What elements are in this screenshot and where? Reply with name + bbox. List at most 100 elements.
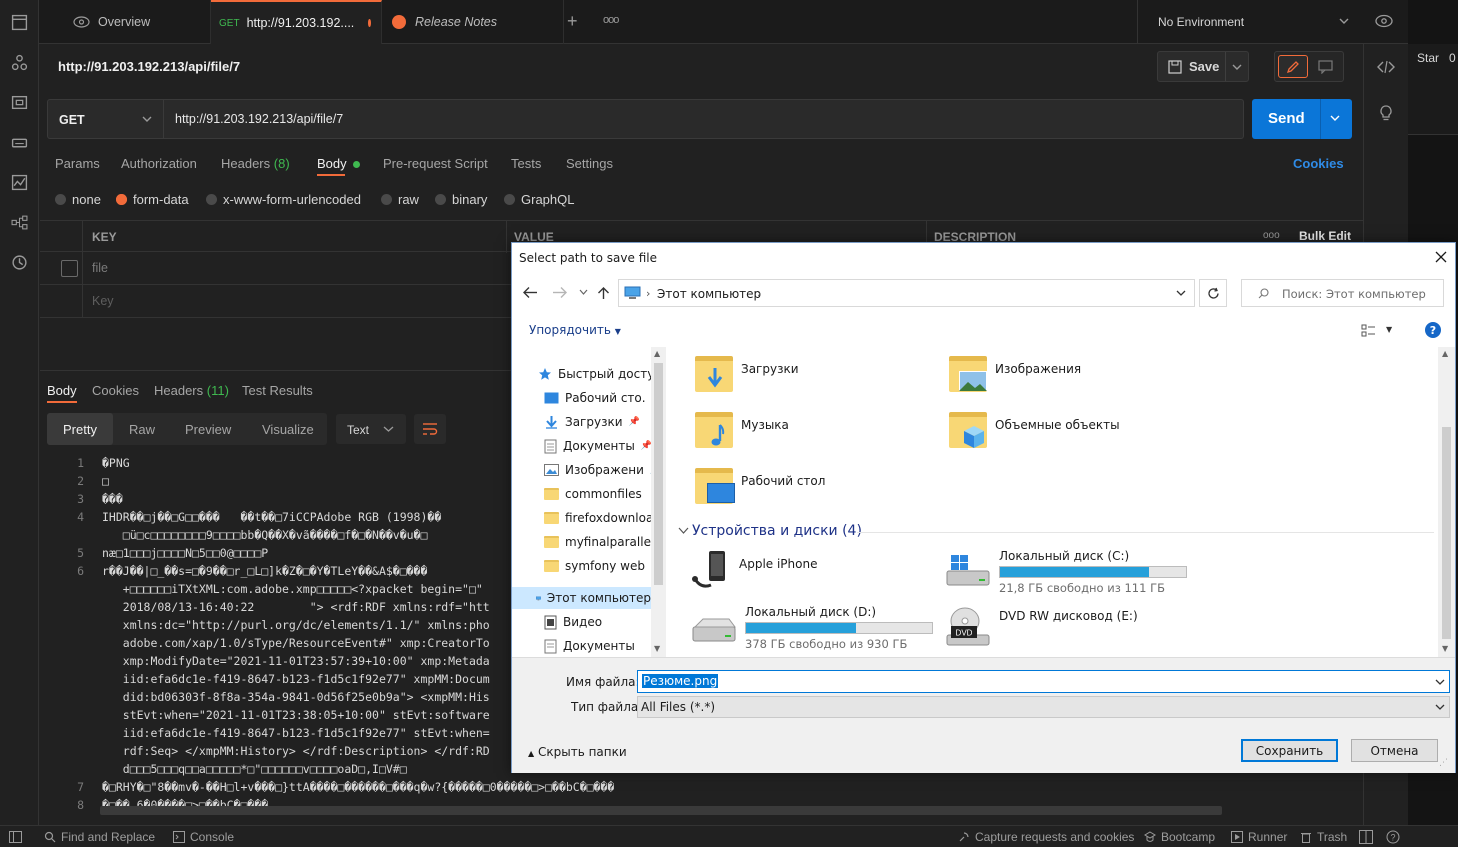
chevron-down-icon[interactable] <box>1176 290 1186 297</box>
nav-documents[interactable]: Документы 📌 <box>544 435 652 457</box>
monitors-icon[interactable] <box>11 174 28 191</box>
folder-3d-objects[interactable]: Объемные объекты <box>949 412 1120 448</box>
tab-request[interactable]: GET http://91.203.192.... <box>211 0 382 44</box>
radio-urlencoded[interactable]: x-www-form-urlencoded <box>206 192 361 207</box>
tab-settings[interactable]: Settings <box>566 156 613 171</box>
filename-input[interactable]: Резюме.png <box>637 670 1450 693</box>
find-replace-button[interactable]: Find and Replace <box>44 830 155 844</box>
wrap-lines-button[interactable] <box>414 414 446 444</box>
organize-menu[interactable]: Упорядочить ▼ <box>529 323 621 337</box>
apis-icon[interactable] <box>11 54 28 71</box>
tab-body[interactable]: Body <box>317 156 360 171</box>
radio-binary[interactable]: binary <box>435 192 487 207</box>
search-box[interactable]: Поиск: Этот компьютер <box>1241 279 1444 307</box>
view-preview-button[interactable]: Preview <box>185 422 231 437</box>
scroll-down-icon[interactable]: ▼ <box>654 644 660 653</box>
nav-folder[interactable]: firefoxdownload <box>544 507 661 529</box>
save-button[interactable]: Save <box>1157 51 1249 82</box>
runner-button[interactable]: Runner <box>1231 830 1287 844</box>
chevron-down-icon[interactable] <box>1435 679 1445 686</box>
view-pretty-button[interactable]: Pretty <box>47 413 113 445</box>
nav-videos[interactable]: Видео <box>544 611 602 633</box>
nav-pictures[interactable]: Изображени 📌 <box>544 459 661 481</box>
folder-desktop[interactable]: Рабочий стол <box>695 468 825 504</box>
view-options-icon[interactable] <box>1361 324 1376 337</box>
bulk-edit-button[interactable]: Bulk Edit <box>1299 229 1351 243</box>
tab-release-notes[interactable]: Release Notes <box>382 0 564 44</box>
method-select[interactable]: GET <box>48 100 164 138</box>
scroll-up-icon[interactable]: ▲ <box>654 349 660 358</box>
flows-icon[interactable] <box>11 214 28 231</box>
radio-form-data[interactable]: form-data <box>116 192 189 207</box>
row-key-input[interactable]: file <box>92 261 108 275</box>
device-dvd-drive[interactable]: DVD DVD RW дисковод (E:) <box>945 605 1138 649</box>
code-snippet-icon[interactable] <box>1377 60 1395 74</box>
request-name[interactable]: http://91.203.192.213/api/file/7 <box>58 59 240 74</box>
collapse-chevron-icon[interactable] <box>678 527 689 535</box>
response-tab-cookies[interactable]: Cookies <box>92 383 139 398</box>
folder-music[interactable]: Музыка <box>695 412 789 448</box>
help-icon[interactable]: ? <box>1386 830 1400 844</box>
view-raw-button[interactable]: Raw <box>129 422 155 437</box>
scrollbar-thumb[interactable] <box>654 363 663 585</box>
hide-folders-toggle[interactable]: ▲ Скрыть папки <box>528 745 627 759</box>
bootcamp-button[interactable]: Bootcamp <box>1144 830 1215 844</box>
environment-quick-look-icon[interactable] <box>1375 14 1393 28</box>
format-select[interactable]: Text <box>336 414 406 444</box>
environment-selector[interactable]: No Environment <box>1137 0 1408 44</box>
refresh-button[interactable] <box>1199 279 1227 307</box>
address-bar[interactable]: › Этот компьютер › <box>618 279 1195 307</box>
radio-graphql[interactable]: GraphQL <box>504 192 574 207</box>
scroll-down-icon[interactable]: ▼ <box>1442 644 1448 653</box>
url-input[interactable]: http://91.203.192.213/api/file/7 <box>175 112 343 126</box>
capture-button[interactable]: Capture requests and cookies <box>958 830 1134 844</box>
close-icon[interactable] <box>1435 251 1447 263</box>
resize-grip-icon[interactable]: ⋰ <box>1439 758 1448 768</box>
nav-documents-2[interactable]: Документы <box>544 635 635 657</box>
more-tabs-button[interactable]: ooo <box>603 14 619 26</box>
response-tab-headers[interactable]: Headers (11) <box>154 383 229 398</box>
lightbulb-icon[interactable] <box>1378 104 1394 122</box>
device-drive-d[interactable]: Локальный диск (D:) 378 ГБ свободно из 9… <box>691 605 933 651</box>
chevron-down-icon[interactable] <box>1231 63 1243 72</box>
view-visualize-button[interactable]: Visualize <box>262 422 314 437</box>
mock-servers-icon[interactable] <box>11 134 28 151</box>
radio-none[interactable]: none <box>55 192 101 207</box>
content-scrollbar[interactable]: ▲ ▼ <box>1438 347 1455 657</box>
up-arrow-icon[interactable] <box>597 286 610 300</box>
tab-tests[interactable]: Tests <box>511 156 541 171</box>
recent-locations-chevron-icon[interactable] <box>579 289 588 296</box>
toggle-sidebar-icon[interactable] <box>9 831 22 843</box>
nav-folder[interactable]: myfinalparallelp <box>544 531 662 553</box>
device-iphone[interactable]: Apple iPhone <box>691 549 817 593</box>
row-checkbox[interactable] <box>61 260 78 277</box>
nav-scrollbar[interactable]: ▲ ▼ <box>651 347 666 657</box>
view-options-chevron-icon[interactable]: ▼ <box>1386 325 1392 334</box>
save-file-button[interactable]: Сохранить <box>1241 739 1338 762</box>
nav-folder[interactable]: commonfiles <box>544 483 642 505</box>
tab-params[interactable]: Params <box>55 156 100 171</box>
new-key-input[interactable]: Key <box>92 294 114 308</box>
scrollbar-thumb[interactable] <box>1442 427 1451 639</box>
breadcrumb-this-pc[interactable]: Этот компьютер <box>657 287 761 301</box>
environments-icon[interactable] <box>11 94 28 111</box>
cookies-link[interactable]: Cookies <box>1293 156 1344 171</box>
response-tab-test-results[interactable]: Test Results <box>242 383 313 398</box>
trash-button[interactable]: Trash <box>1300 830 1347 844</box>
nav-folder[interactable]: symfony web <box>544 555 645 577</box>
folder-pictures[interactable]: Изображения <box>949 356 1081 392</box>
filetype-select[interactable]: All Files (*.*) <box>637 696 1450 718</box>
tab-overview[interactable]: Overview <box>39 0 211 44</box>
nav-this-pc[interactable]: Этот компьютер <box>512 587 651 609</box>
forward-arrow-icon[interactable] <box>552 286 567 299</box>
add-tab-button[interactable]: + <box>567 11 578 32</box>
console-button[interactable]: Console <box>173 830 234 844</box>
back-arrow-icon[interactable] <box>523 286 538 299</box>
tab-headers[interactable]: Headers (8) <box>221 156 290 171</box>
device-drive-c[interactable]: Локальный диск (C:) 21,8 ГБ свободно из … <box>945 549 1187 595</box>
horizontal-scrollbar[interactable] <box>100 806 1222 815</box>
tab-pre-request-script[interactable]: Pre-request Script <box>383 156 488 171</box>
chevron-down-icon[interactable] <box>1329 114 1341 123</box>
help-icon[interactable]: ? <box>1425 322 1441 338</box>
send-button[interactable]: Send <box>1252 99 1352 139</box>
